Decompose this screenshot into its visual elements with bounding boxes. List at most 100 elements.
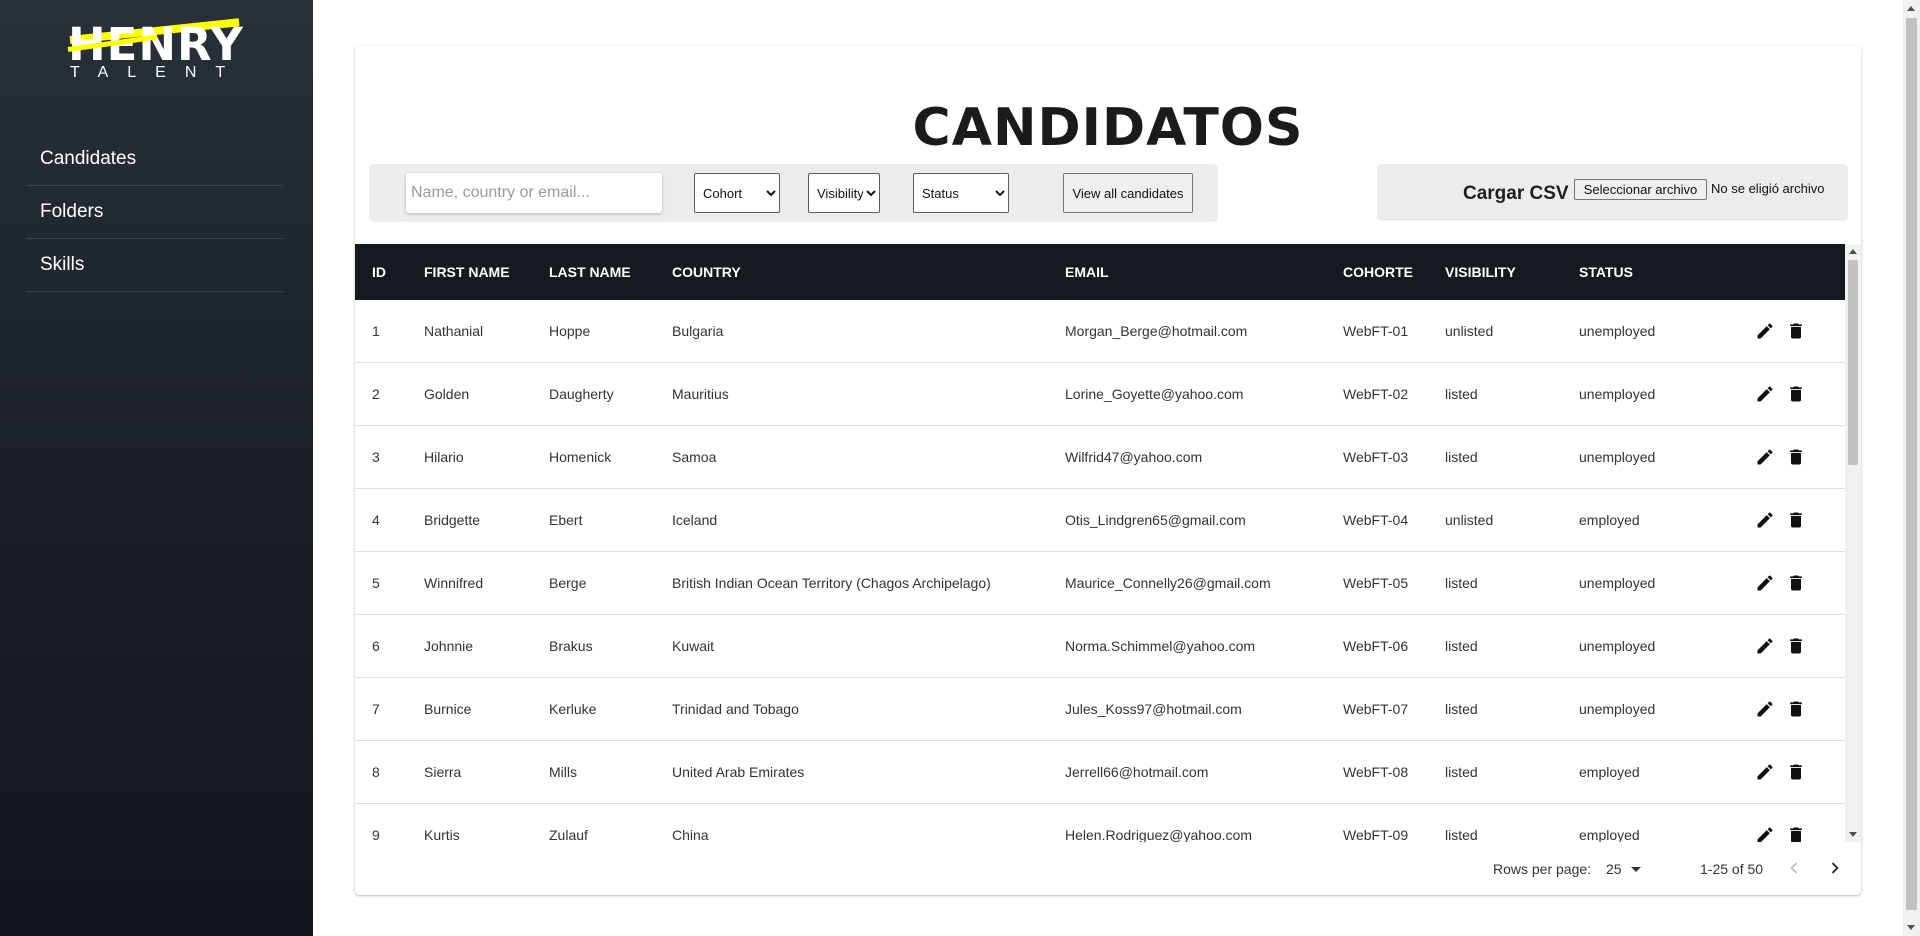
table-scrollbar[interactable]	[1845, 244, 1861, 842]
cell-last-name: Hoppe	[549, 323, 591, 339]
table-row[interactable]: 9 Kurtis Zulauf China Helen.Rodriguez@yahoo.…	[355, 804, 1845, 842]
window-scroll-up-icon[interactable]	[1907, 6, 1915, 11]
cell-id: 7	[372, 701, 380, 717]
cell-last-name: Berge	[549, 575, 587, 591]
visibility-select[interactable]: Visibility	[808, 173, 880, 213]
cell-email: Jules_Koss97@hotmail.com	[1065, 701, 1242, 717]
chevron-left-icon[interactable]	[1783, 857, 1805, 879]
trash-icon[interactable]	[1785, 383, 1807, 405]
cell-first-name: Hilario	[424, 449, 464, 465]
sidebar-item-skills[interactable]: Skills	[26, 239, 283, 292]
table-row[interactable]: 8 Sierra Mills United Arab Emirates Jerrell6…	[355, 741, 1845, 804]
cell-visibility: unlisted	[1445, 323, 1494, 339]
sidebar-nav: Candidates Folders Skills	[26, 133, 283, 292]
pencil-icon[interactable]	[1754, 698, 1776, 720]
cell-email: Jerrell66@hotmail.com	[1065, 764, 1209, 780]
header-last-name[interactable]: LAST NAME	[549, 264, 631, 280]
header-first-name[interactable]: FIRST NAME	[424, 264, 510, 280]
sidebar-item-folders[interactable]: Folders	[26, 186, 283, 239]
cell-id: 3	[372, 449, 380, 465]
logo-subtitle: TALENT	[70, 64, 245, 81]
cell-country: Mauritius	[672, 386, 729, 402]
cell-cohort: WebFT-01	[1343, 323, 1409, 339]
table-row[interactable]: 1 Nathanial Hoppe Bulgaria Morgan_Berge@hotm…	[355, 300, 1845, 363]
cell-visibility: listed	[1445, 638, 1478, 654]
rows-per-page-select[interactable]: 25	[1606, 861, 1622, 877]
row-actions	[1754, 446, 1807, 468]
search-input[interactable]	[406, 173, 662, 213]
cell-status: unemployed	[1579, 449, 1656, 465]
header-email[interactable]: EMAIL	[1065, 264, 1109, 280]
window-scroll-thumb[interactable]	[1906, 18, 1917, 910]
cell-visibility: listed	[1445, 386, 1478, 402]
cell-id: 5	[372, 575, 380, 591]
cell-cohort: WebFT-05	[1343, 575, 1409, 591]
header-cohort[interactable]: COHORTE	[1343, 264, 1413, 280]
cell-email: Otis_Lindgren65@gmail.com	[1065, 512, 1246, 528]
table-row[interactable]: 2 Golden Daugherty Mauritius Lorine_Goyette@…	[355, 363, 1845, 426]
cell-last-name: Homenick	[549, 449, 612, 465]
pencil-icon[interactable]	[1754, 761, 1776, 783]
view-all-candidates-button[interactable]: View all candidates	[1063, 173, 1193, 213]
table-row[interactable]: 6 Johnnie Brakus Kuwait Norma.Schimmel@yahoo…	[355, 615, 1845, 678]
header-id[interactable]: ID	[372, 264, 386, 280]
pencil-icon[interactable]	[1754, 320, 1776, 342]
cell-cohort: WebFT-08	[1343, 764, 1409, 780]
trash-icon[interactable]	[1785, 572, 1807, 594]
pencil-icon[interactable]	[1754, 572, 1776, 594]
status-select[interactable]: Status	[913, 173, 1009, 213]
table-row[interactable]: 4 Bridgette Ebert Iceland Otis_Lindgren65@gm…	[355, 489, 1845, 552]
trash-icon[interactable]	[1785, 761, 1807, 783]
header-country[interactable]: COUNTRY	[672, 264, 741, 280]
trash-icon[interactable]	[1785, 320, 1807, 342]
table-row[interactable]: 5 Winnifred Berge British Indian Ocean Terr…	[355, 552, 1845, 615]
pencil-icon[interactable]	[1754, 635, 1776, 657]
window-scroll-down-icon[interactable]	[1907, 925, 1915, 930]
table-row[interactable]: 3 Hilario Homenick Samoa Wilfrid47@yahoo.com…	[355, 426, 1845, 489]
trash-icon[interactable]	[1785, 824, 1807, 842]
choose-file-button[interactable]: Seleccionar archivo	[1574, 179, 1707, 200]
cell-first-name: Golden	[424, 386, 470, 402]
trash-icon[interactable]	[1785, 635, 1807, 657]
pencil-icon[interactable]	[1754, 509, 1776, 531]
cohort-select[interactable]: Cohort	[694, 173, 780, 213]
table-row[interactable]: 7 Burnice Kerluke Trinidad and Tobago Jules_…	[355, 678, 1845, 741]
cell-id: 6	[372, 638, 380, 654]
cell-cohort: WebFT-03	[1343, 449, 1409, 465]
pencil-icon[interactable]	[1754, 383, 1776, 405]
no-file-text: No se eligió archivo	[1711, 181, 1825, 196]
candidates-table: ID FIRST NAME LAST NAME COUNTRY EMAIL CO…	[355, 244, 1845, 842]
row-actions	[1754, 383, 1807, 405]
trash-icon[interactable]	[1785, 446, 1807, 468]
pencil-icon[interactable]	[1754, 446, 1776, 468]
trash-icon[interactable]	[1785, 698, 1807, 720]
cell-country: United Arab Emirates	[672, 764, 805, 780]
henry-talent-logo[interactable]: HENRY TALENT	[67, 18, 245, 82]
filter-bar: Cohort Visibility Status View all candid…	[369, 164, 1218, 222]
cell-status: unemployed	[1579, 638, 1656, 654]
scroll-up-arrow-icon[interactable]	[1849, 249, 1857, 254]
trash-icon[interactable]	[1785, 509, 1807, 531]
header-visibility[interactable]: VISIBILITY	[1445, 264, 1516, 280]
caret-down-icon[interactable]	[1631, 867, 1641, 872]
cell-visibility: listed	[1445, 449, 1478, 465]
window-scrollbar[interactable]	[1903, 0, 1920, 936]
sidebar-item-candidates[interactable]: Candidates	[26, 133, 283, 186]
row-actions	[1754, 320, 1807, 342]
scroll-down-arrow-icon[interactable]	[1849, 832, 1857, 837]
cell-email: Helen.Rodriguez@yahoo.com	[1065, 827, 1252, 842]
pagination: Rows per page: 25 1-25 of 50	[355, 842, 1861, 895]
cell-last-name: Brakus	[549, 638, 593, 654]
chevron-right-icon[interactable]	[1824, 857, 1846, 879]
cell-visibility: unlisted	[1445, 512, 1494, 528]
page-title: CANDIDATOS	[912, 98, 1304, 158]
header-status[interactable]: STATUS	[1579, 264, 1633, 280]
cell-country: Trinidad and Tobago	[672, 701, 799, 717]
scroll-thumb[interactable]	[1848, 260, 1858, 465]
pencil-icon[interactable]	[1754, 824, 1776, 842]
row-actions	[1754, 698, 1807, 720]
cell-email: Maurice_Connelly26@gmail.com	[1065, 575, 1271, 591]
cell-id: 1	[372, 323, 380, 339]
cell-status: unemployed	[1579, 386, 1656, 402]
cell-email: Morgan_Berge@hotmail.com	[1065, 323, 1248, 339]
